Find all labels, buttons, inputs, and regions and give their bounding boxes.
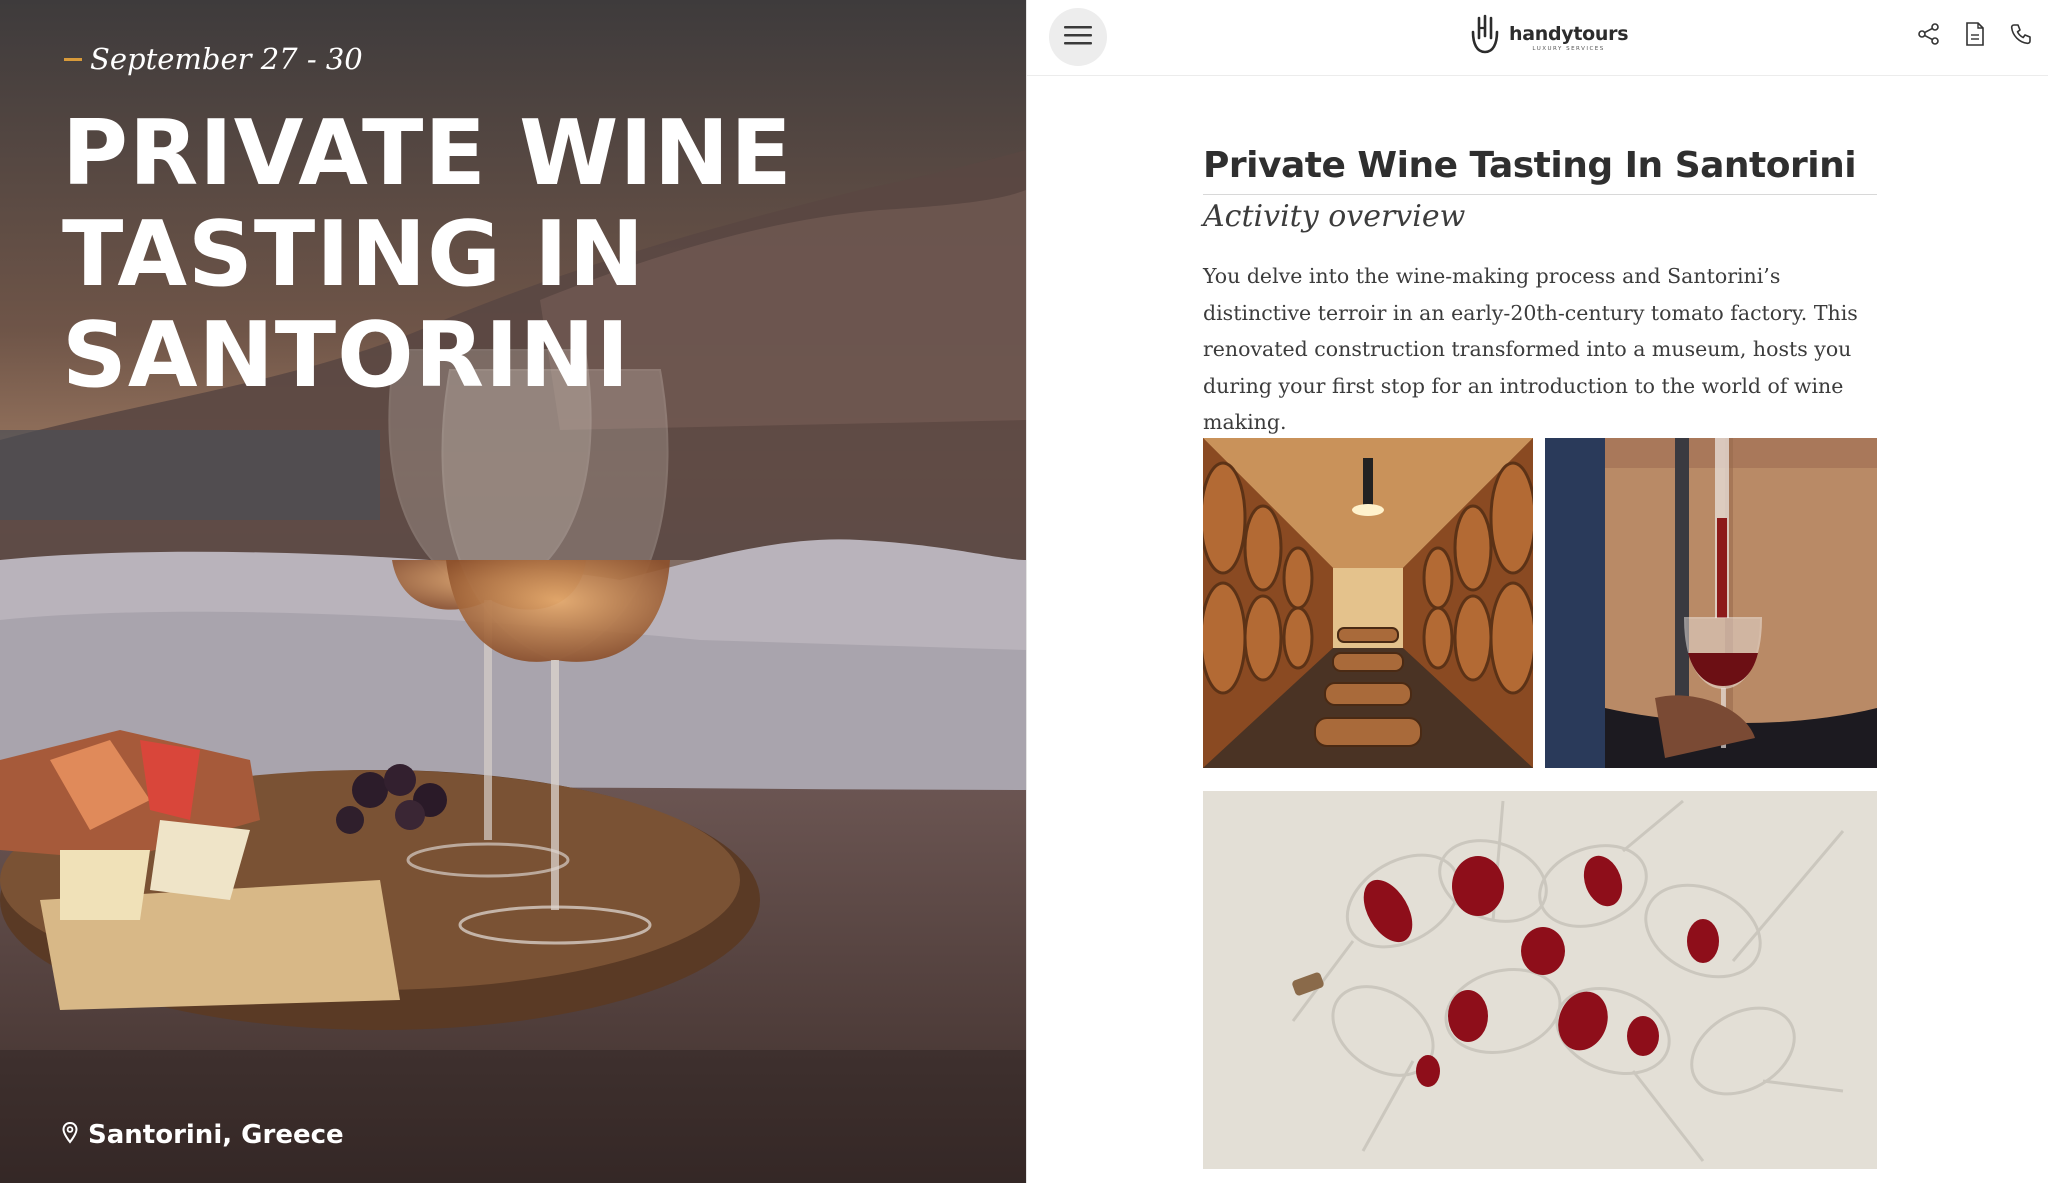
details-panel: handytours LUXURY SERVICES Private Wine …	[1026, 0, 2048, 1183]
header-actions	[1917, 22, 2033, 46]
activity-subtitle: Activity overview	[1203, 199, 1466, 234]
share-icon[interactable]	[1917, 22, 1941, 46]
top-bar: handytours LUXURY SERVICES	[1027, 0, 2048, 76]
hamburger-menu-icon	[1064, 24, 1092, 51]
hero-section: September 27 - 30 PRIVATE WINE TASTING I…	[0, 0, 1026, 1183]
hero-title: PRIVATE WINE TASTING IN SANTORINI	[62, 103, 822, 406]
activity-title: Private Wine Tasting In Santorini	[1203, 144, 1877, 195]
logo-name: handytours	[1509, 23, 1629, 45]
phone-icon[interactable]	[2009, 22, 2033, 46]
activity-content: Private Wine Tasting In Santorini Activi…	[1203, 144, 1877, 441]
menu-button[interactable]	[1049, 8, 1107, 66]
location-text: Santorini, Greece	[88, 1120, 344, 1150]
activity-description: You delve into the wine-making process a…	[1203, 264, 1858, 434]
hand-logo-icon	[1467, 14, 1503, 61]
brand-logo[interactable]: handytours LUXURY SERVICES	[1467, 14, 1629, 61]
hero-title-line: PRIVATE WINE	[62, 101, 793, 206]
date-accent-dash	[64, 57, 82, 61]
wine-barrel-photo	[1545, 438, 1877, 768]
wine-glasses-photo	[1203, 791, 1877, 1169]
date-text: September 27 - 30	[90, 42, 363, 76]
map-pin-icon	[62, 1121, 78, 1149]
hero-title-line: SANTORINI	[62, 303, 631, 408]
date-range: September 27 - 30	[64, 42, 363, 76]
document-icon[interactable]	[1963, 22, 1987, 46]
wine-cellar-photo	[1203, 438, 1533, 768]
hero-title-line: TASTING IN	[62, 202, 646, 307]
logo-tagline: LUXURY SERVICES	[1532, 46, 1605, 52]
location: Santorini, Greece	[62, 1120, 344, 1150]
